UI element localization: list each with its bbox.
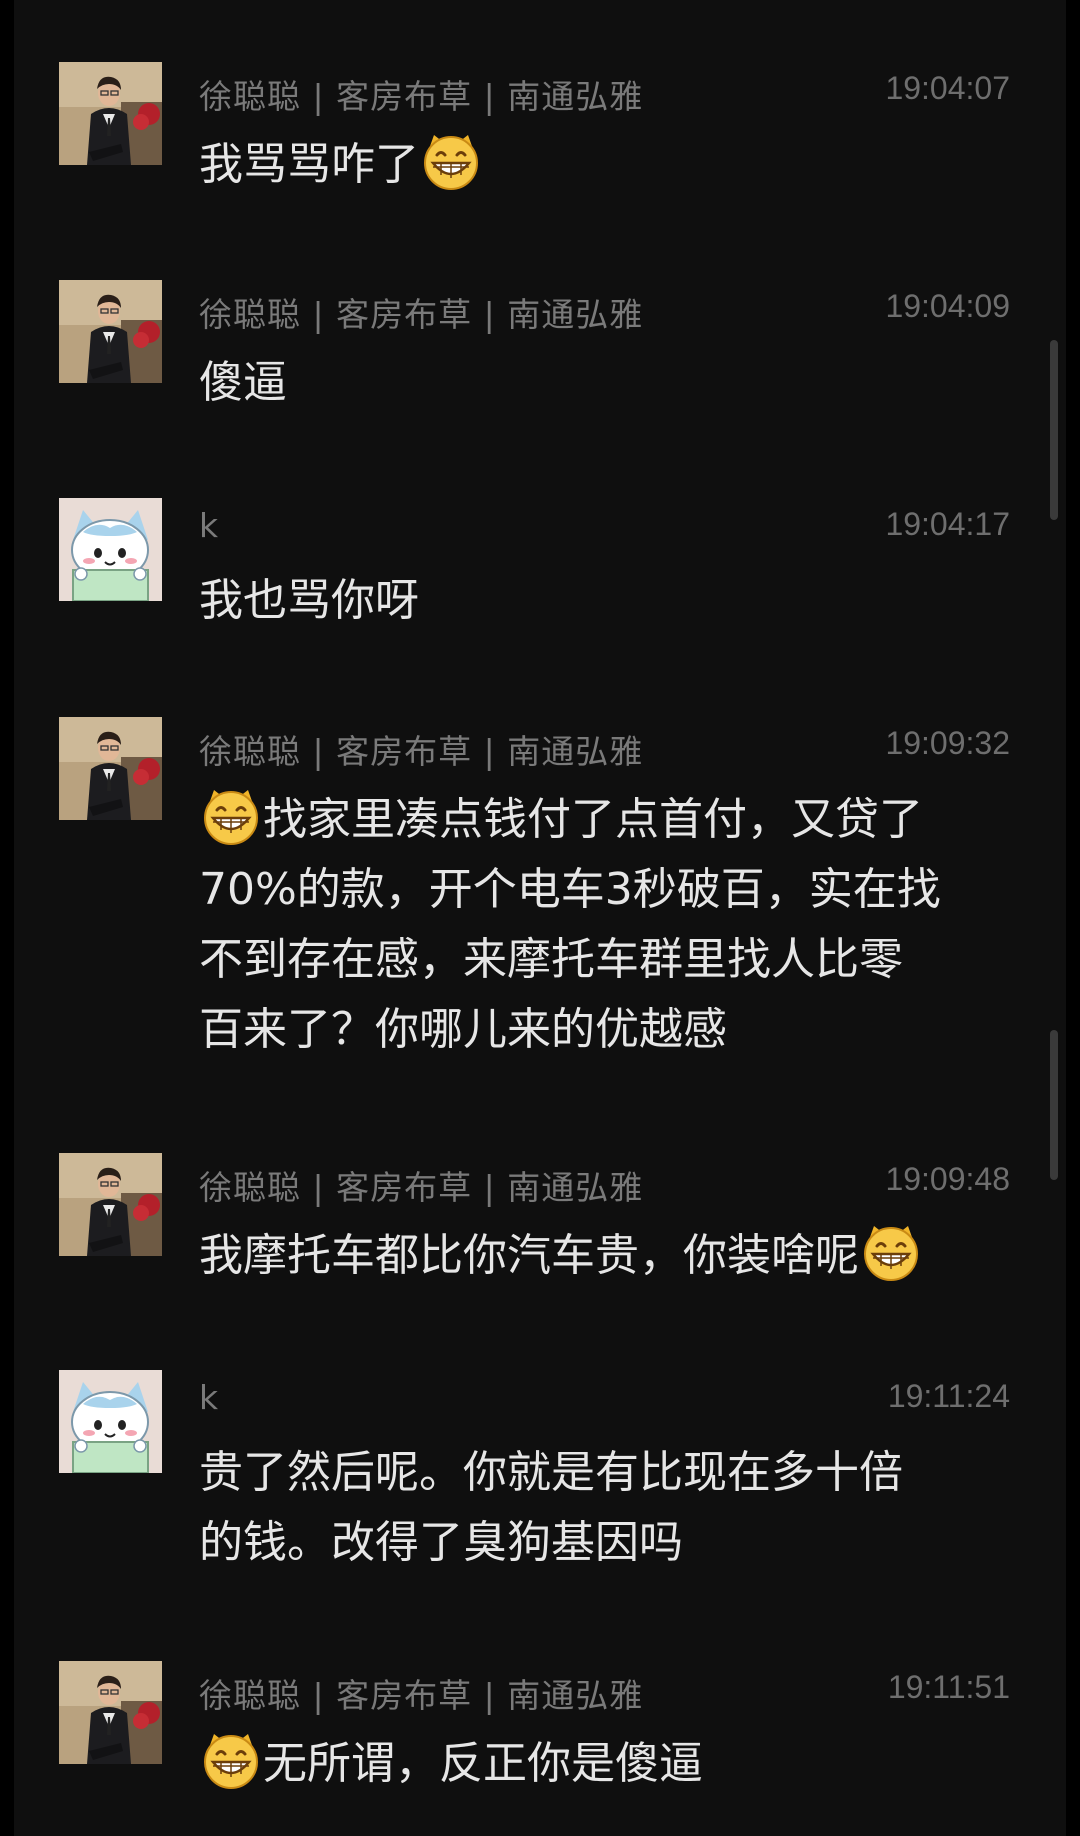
message-line-text: 的钱。改得了臭狗基因吗 [199,1517,683,1568]
message-timestamp: 19:11:51 [887,1669,1010,1705]
message-timestamp: 19:04:17 [885,506,1010,542]
message-line-text: 找家里凑点钱付了点首付，又贷了 [263,794,923,845]
message-timestamp: 19:04:07 [885,70,1010,106]
message-text: 找家里凑点钱付了点首付，又贷了 70%的款，开个电车3秒破百，实在找 不到存在感，来… [199,785,1019,1065]
cartoon-cat-avatar[interactable] [59,1370,162,1473]
man-suit-avatar[interactable] [59,280,162,383]
grinning-face-icon [861,1222,921,1282]
sender-name: 徐聪聪 | 客房布草 | 南通弘雅 [199,732,644,771]
sender-name: 徐聪聪 | 客房布草 | 南通弘雅 [199,1676,644,1715]
message-line: 贵了然后呢。你就是有比现在多十倍 [199,1438,1019,1508]
message-line: 70%的款，开个电车3秒破百，实在找 [199,855,1019,925]
message-text: 我摩托车都比你汽车贵，你装啥呢 [199,1221,1019,1291]
man-suit-avatar[interactable] [59,717,162,820]
man-suit-avatar[interactable] [59,62,162,165]
message-line-text: 百来了？你哪儿来的优越感 [199,1004,727,1055]
scrollbar-thumb[interactable] [1050,1030,1058,1180]
message-text: 我骂骂咋了 [199,130,1019,200]
message-line-text: 不到存在感，来摩托车群里找人比零 [199,934,903,985]
grinning-face-icon [201,786,261,846]
message-body-text: 我摩托车都比你汽车贵，你装啥呢 [199,1230,859,1281]
message-body-text: 我骂骂咋了 [199,139,419,190]
cartoon-cat-avatar[interactable] [59,498,162,601]
message-line-text: 70%的款，开个电车3秒破百，实在找 [199,864,941,915]
sender-name: 徐聪聪 | 客房布草 | 南通弘雅 [199,1168,644,1207]
grinning-face-icon [201,1730,261,1790]
sender-name: k [199,506,220,545]
sender-name: 徐聪聪 | 客房布草 | 南通弘雅 [199,295,644,334]
sender-name: k [199,1378,220,1417]
message-text: 贵了然后呢。你就是有比现在多十倍 的钱。改得了臭狗基因吗 [199,1438,1019,1578]
message-timestamp: 19:09:48 [885,1161,1010,1197]
man-suit-avatar[interactable] [59,1153,162,1256]
message-line: 不到存在感，来摩托车群里找人比零 [199,925,1019,995]
message-body-text: 傻逼 [199,357,287,408]
message-text: 傻逼 [199,348,1019,418]
message-body-text: 无所谓，反正你是傻逼 [263,1738,703,1789]
scrollbar-thumb[interactable] [1050,340,1058,520]
message-body-text: 我也骂你呀 [199,575,419,626]
message-timestamp: 19:11:24 [887,1378,1010,1414]
message-line: 百来了？你哪儿来的优越感 [199,995,1019,1065]
message-timestamp: 19:09:32 [885,725,1010,761]
message-line: 找家里凑点钱付了点首付，又贷了 [199,785,1019,855]
sender-name: 徐聪聪 | 客房布草 | 南通弘雅 [199,77,644,116]
message-text: 无所谓，反正你是傻逼 [199,1729,1019,1799]
message-line-text: 贵了然后呢。你就是有比现在多十倍 [199,1447,903,1498]
man-suit-avatar[interactable] [59,1661,162,1764]
chat-screen: 徐聪聪 | 客房布草 | 南通弘雅 19:04:07 我骂骂咋了 徐聪聪 | 客房布… [14,0,1066,1836]
message-text: 我也骂你呀 [199,566,1019,636]
message-line: 的钱。改得了臭狗基因吗 [199,1508,1019,1578]
message-timestamp: 19:04:09 [885,288,1010,324]
grinning-face-icon [421,131,481,191]
